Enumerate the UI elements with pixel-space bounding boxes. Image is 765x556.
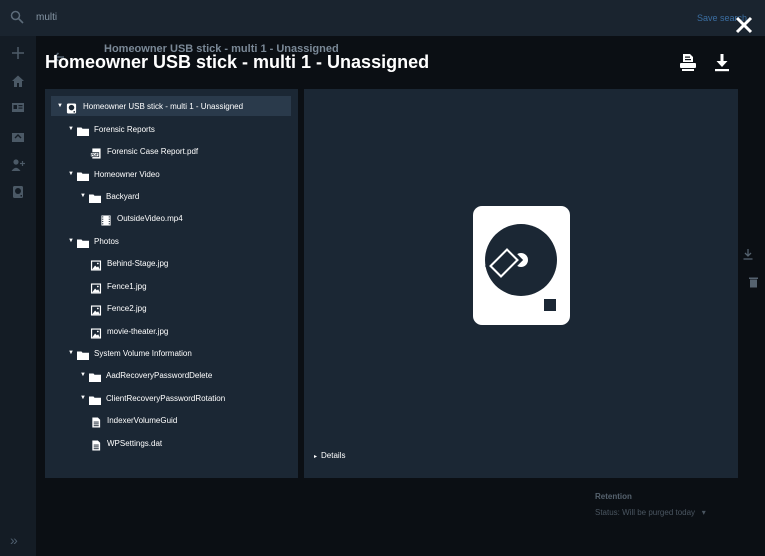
tree-item-label: Forensic Case Report.pdf bbox=[107, 146, 199, 156]
tree-item[interactable]: OutsideVideo.mp4 bbox=[100, 208, 183, 228]
tree-item-label: Fence2.jpg bbox=[107, 303, 147, 313]
tree-item[interactable]: Fence2.jpg bbox=[90, 298, 147, 318]
tree-item-label: Backyard bbox=[106, 191, 140, 201]
tree-item-label: Homeowner Video bbox=[94, 169, 160, 179]
tree-item-label: Forensic Reports bbox=[94, 124, 155, 134]
expand-caret-icon[interactable]: ▼ bbox=[68, 238, 77, 244]
download-icon[interactable] bbox=[742, 248, 754, 260]
folder-icon bbox=[89, 393, 101, 405]
tree-item[interactable]: ▼ AadRecoveryPasswordDelete bbox=[80, 365, 212, 385]
expand-caret-icon[interactable]: ▼ bbox=[57, 103, 66, 109]
user-add-icon[interactable] bbox=[11, 158, 25, 172]
expand-caret-icon[interactable]: ▼ bbox=[68, 350, 77, 356]
tree-item-label: AadRecoveryPasswordDelete bbox=[106, 370, 213, 380]
details-label: Details bbox=[321, 451, 346, 460]
evidence-box-icon[interactable] bbox=[11, 130, 25, 144]
storage-drive-icon[interactable] bbox=[11, 185, 25, 199]
tree-item-label: Homeowner USB stick - multi 1 - Unassign… bbox=[83, 101, 244, 111]
id-card-icon[interactable] bbox=[11, 100, 25, 114]
svg-text:PDF: PDF bbox=[91, 152, 98, 156]
search-icon[interactable] bbox=[10, 10, 24, 24]
tree-item-label: WPSettings.dat bbox=[107, 438, 163, 448]
folder-icon bbox=[89, 191, 101, 203]
app-root: multi Save search » Homeowner USB stick … bbox=[0, 0, 765, 556]
tree-item-root-selected[interactable]: ▼ Homeowner USB stick - multi 1 - Unassig… bbox=[51, 96, 291, 116]
folder-icon bbox=[77, 169, 89, 181]
tree-item[interactable]: ▼ Photos bbox=[68, 231, 119, 251]
retention-status-text: Status: Will be purged today bbox=[595, 508, 696, 517]
tree-item[interactable]: Fence1.jpg bbox=[90, 276, 147, 296]
folder-icon bbox=[77, 124, 89, 136]
expand-caret-icon[interactable]: ▼ bbox=[68, 171, 77, 177]
tree-item-label: ClientRecoveryPasswordRotation bbox=[106, 393, 226, 403]
expand-caret-icon[interactable]: ▼ bbox=[80, 193, 89, 199]
folder-icon bbox=[77, 348, 89, 360]
image-icon bbox=[90, 326, 102, 339]
expand-caret-icon[interactable]: ▼ bbox=[68, 126, 77, 132]
usb-drive-icon bbox=[473, 206, 570, 325]
home-icon[interactable] bbox=[11, 74, 25, 88]
tree-item[interactable]: ▼ ClientRecoveryPasswordRotation bbox=[80, 388, 225, 408]
expand-caret-icon[interactable]: ▼ bbox=[80, 372, 89, 378]
tree-item-label: Photos bbox=[94, 236, 119, 246]
search-query[interactable]: multi bbox=[36, 12, 57, 23]
plus-icon[interactable] bbox=[11, 46, 25, 60]
search-bar[interactable]: multi Save search bbox=[0, 0, 765, 36]
pdf-icon: PDF bbox=[90, 146, 102, 159]
video-icon bbox=[100, 213, 112, 226]
tree-item[interactable]: WPSettings.dat bbox=[90, 433, 162, 453]
file-icon bbox=[90, 438, 102, 451]
file-icon bbox=[90, 415, 102, 428]
tree-item-label: System Volume Information bbox=[94, 348, 192, 358]
tree-item[interactable]: ▼ Backyard bbox=[80, 186, 139, 206]
details-toggle[interactable]: ▸ Details bbox=[314, 451, 345, 460]
download-icon[interactable] bbox=[713, 53, 731, 72]
modal-title: Homeowner USB stick - multi 1 - Unassign… bbox=[45, 52, 430, 72]
tree-item-label: movie-theater.jpg bbox=[107, 326, 169, 336]
tree-item-label: IndexerVolumeGuid bbox=[107, 415, 178, 425]
trash-icon[interactable] bbox=[748, 276, 759, 288]
tree-item-label: Fence1.jpg bbox=[107, 281, 147, 291]
print-icon[interactable] bbox=[679, 53, 697, 72]
tree-item[interactable]: ▼ System Volume Information bbox=[68, 343, 192, 363]
details-caret-icon: ▸ bbox=[314, 454, 318, 460]
tree-item[interactable]: ▼ Homeowner Video bbox=[68, 164, 160, 184]
retention-status[interactable]: Status: Will be purged today ▾ bbox=[595, 508, 706, 517]
drive-icon bbox=[66, 101, 78, 114]
tree-item-label: Behind-Stage.jpg bbox=[107, 258, 169, 268]
status-chevron-icon: ▾ bbox=[701, 508, 706, 517]
tree-item[interactable]: ▼ Forensic Reports bbox=[68, 119, 155, 139]
folder-icon bbox=[89, 370, 101, 382]
expand-sidebar-button[interactable]: » bbox=[10, 532, 18, 548]
image-icon bbox=[90, 258, 102, 271]
folder-icon bbox=[77, 236, 89, 248]
tree-item[interactable]: Behind-Stage.jpg bbox=[90, 253, 168, 273]
tree-item[interactable]: PDF Forensic Case Report.pdf bbox=[90, 141, 198, 161]
tree-item[interactable]: movie-theater.jpg bbox=[90, 321, 168, 341]
tree-item[interactable]: IndexerVolumeGuid bbox=[90, 410, 177, 430]
expand-caret-icon[interactable]: ▼ bbox=[80, 395, 89, 401]
close-icon[interactable] bbox=[733, 14, 755, 36]
tree-item-label: OutsideVideo.mp4 bbox=[117, 213, 183, 223]
left-nav-rail bbox=[0, 36, 36, 556]
image-icon bbox=[90, 303, 102, 316]
retention-label: Retention bbox=[595, 492, 632, 501]
image-icon bbox=[90, 281, 102, 294]
